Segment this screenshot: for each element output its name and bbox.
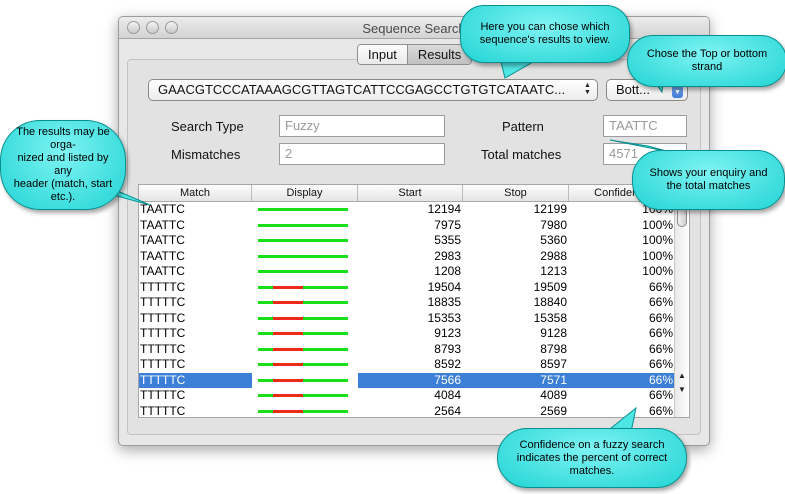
callout-strand: Chose the Top or bottom strand	[627, 35, 785, 87]
callout-line: strand	[691, 61, 723, 73]
callout-line: indicates the percent of correct	[516, 451, 668, 464]
callout-line: Here you can chose which	[480, 21, 610, 33]
callout-confidence: Confidence on a fuzzy search indicates th…	[497, 428, 687, 488]
callout-enquiry: Shows your enquiry and the total matches	[632, 150, 785, 210]
callout-line: Chose the Top or bottom	[646, 48, 768, 60]
callout-line: Confidence on a fuzzy search	[519, 438, 665, 451]
callout-line: the total matches	[666, 180, 751, 192]
callout-line: header (match, start etc.).	[13, 178, 113, 203]
callout-line: Shows your enquiry and	[649, 167, 768, 179]
callout-line: The results may be orga-	[16, 126, 110, 151]
callout-line: sequence's results to view.	[479, 34, 611, 46]
callout-header-sort: The results may be orga-nized and listed…	[0, 120, 126, 210]
callout-line: matches.	[569, 464, 615, 477]
callout-line: nized and listed by any	[17, 152, 109, 177]
callout-results-view: Here you can chose which sequence's resul…	[460, 5, 630, 63]
